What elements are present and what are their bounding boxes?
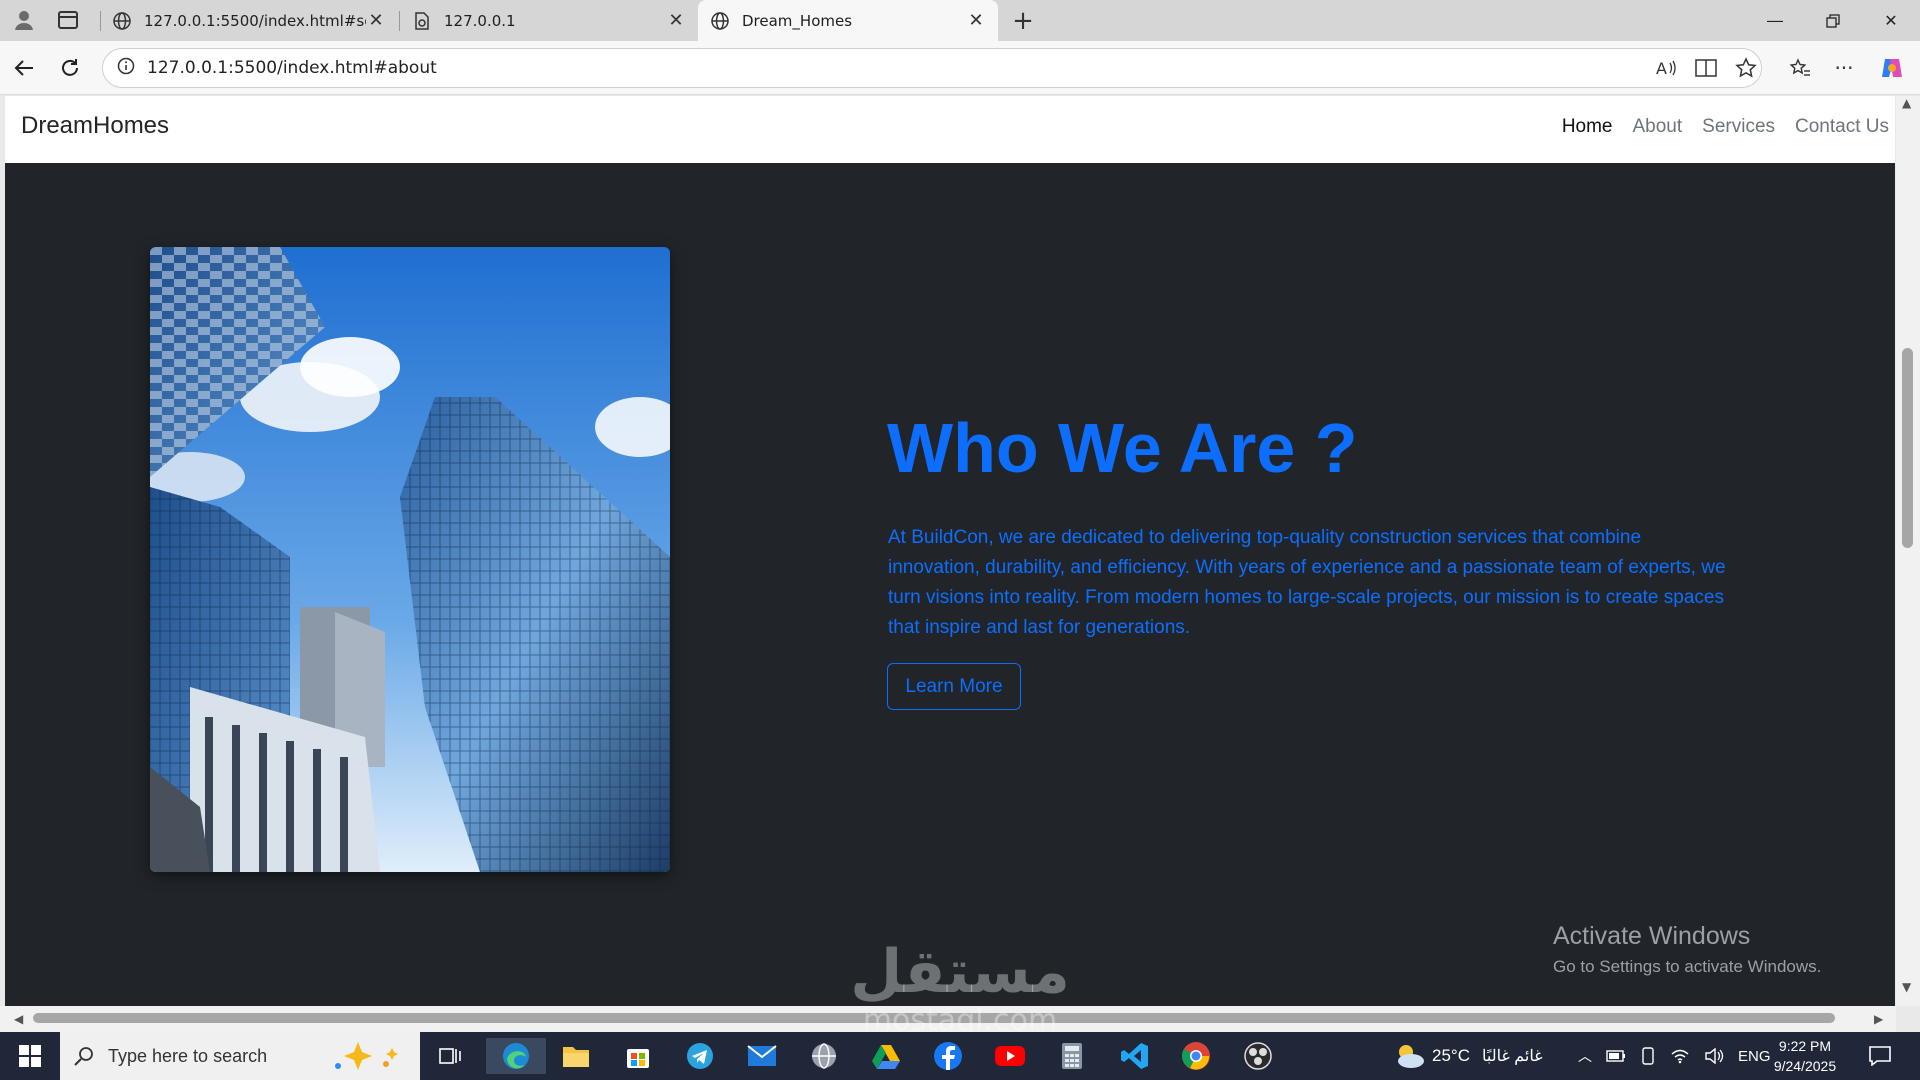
site-nav-links: Home About Services Contact Us xyxy=(1562,116,1889,138)
profile-icon[interactable] xyxy=(8,8,40,32)
tab-localhost[interactable]: 127.0.0.1 ✕ xyxy=(400,0,698,41)
close-tab-icon[interactable]: ✕ xyxy=(666,10,686,31)
wifi-icon[interactable] xyxy=(1670,1048,1690,1064)
horizontal-scrollbar[interactable]: ◀ ▶ xyxy=(0,1006,1896,1032)
windows-taskbar: Type here to search 25°C غائم غالبًا ︿ E… xyxy=(0,1032,1920,1080)
back-button[interactable] xyxy=(8,52,40,84)
horizontal-scroll-thumb[interactable] xyxy=(33,1013,1835,1023)
globe-icon xyxy=(710,11,730,31)
tab-dream-homes[interactable]: Dream_Homes ✕ xyxy=(698,0,998,41)
favorites-icon[interactable] xyxy=(1784,52,1816,84)
youtube-icon[interactable] xyxy=(986,1038,1034,1074)
refresh-button[interactable] xyxy=(54,52,86,84)
edge-app-icon[interactable] xyxy=(486,1038,546,1074)
tab-services[interactable]: 127.0.0.1:5500/index.html#services ✕ xyxy=(100,0,398,41)
nav-contact[interactable]: Contact Us xyxy=(1795,116,1889,138)
telegram-icon[interactable] xyxy=(676,1038,724,1074)
activate-windows-notice: Activate Windows Go to Settings to activ… xyxy=(1553,922,1821,977)
google-drive-icon[interactable] xyxy=(862,1038,910,1074)
close-tab-icon[interactable]: ✕ xyxy=(366,10,386,31)
restore-button[interactable] xyxy=(1804,0,1862,41)
site-brand[interactable]: DreamHomes xyxy=(21,112,169,140)
vscode-icon[interactable] xyxy=(1110,1038,1158,1074)
page-icon xyxy=(412,11,432,31)
scroll-right-icon[interactable]: ▶ xyxy=(1874,1012,1883,1026)
facebook-icon[interactable] xyxy=(924,1038,972,1074)
task-view-icon[interactable] xyxy=(426,1038,474,1074)
volume-icon[interactable] xyxy=(1704,1048,1724,1064)
page-viewport: DreamHomes Home About Services Contact U… xyxy=(5,96,1895,1006)
tab-title: 127.0.0.1 xyxy=(444,11,516,30)
cloudy-weather-icon xyxy=(1398,1045,1424,1068)
windows-start-icon[interactable] xyxy=(8,1038,52,1074)
tab-title: Dream_Homes xyxy=(742,11,853,30)
chevron-up-icon[interactable]: ︿ xyxy=(1578,1046,1592,1066)
globe-icon xyxy=(112,11,132,31)
weather-desc: غائم غالبًا xyxy=(1481,1048,1543,1065)
site-info-icon[interactable] xyxy=(117,57,135,79)
more-menu-icon[interactable]: ··· xyxy=(1828,52,1860,84)
nav-services[interactable]: Services xyxy=(1702,116,1775,138)
about-section: Who We Are ? At BuildCon, we are dedicat… xyxy=(5,163,1895,1006)
address-bar[interactable]: 127.0.0.1:5500/index.html#about xyxy=(102,48,1762,88)
nav-home[interactable]: Home xyxy=(1562,116,1613,138)
scroll-down-icon[interactable]: ▼ xyxy=(1902,980,1911,994)
system-tray: ︿ ENG xyxy=(1578,1032,1771,1080)
url-text[interactable]: 127.0.0.1:5500/index.html#about xyxy=(147,58,437,78)
svg-text:A: A xyxy=(1656,59,1667,78)
calculator-icon[interactable] xyxy=(1048,1038,1096,1074)
favorite-star-icon[interactable] xyxy=(1730,52,1762,84)
about-heading: Who We Are ? xyxy=(887,409,1358,487)
about-paragraph: At BuildCon, we are dedicated to deliver… xyxy=(888,527,1726,638)
taskbar-clock[interactable]: 9:22 PM 9/24/2025 xyxy=(1760,1036,1850,1076)
microsoft-store-icon[interactable] xyxy=(614,1038,662,1074)
vertical-scrollbar[interactable]: ▲ ▼ xyxy=(1896,96,1920,1006)
activate-subtitle: Go to Settings to activate Windows. xyxy=(1553,957,1822,976)
close-tab-icon[interactable]: ✕ xyxy=(966,10,986,31)
minimize-button[interactable]: ― xyxy=(1746,0,1804,41)
copilot-icon[interactable] xyxy=(1876,52,1908,84)
learn-more-button[interactable]: Learn More xyxy=(887,663,1021,710)
mail-icon[interactable] xyxy=(738,1038,786,1074)
scroll-left-icon[interactable]: ◀ xyxy=(14,1012,23,1026)
app-globe-icon[interactable] xyxy=(800,1038,848,1074)
read-aloud-icon[interactable]: A xyxy=(1650,52,1682,84)
chrome-icon[interactable] xyxy=(1172,1038,1220,1074)
activate-title: Activate Windows xyxy=(1553,922,1751,950)
weather-temp: 25°C xyxy=(1432,1046,1470,1065)
new-tab-button[interactable]: + xyxy=(1006,6,1040,36)
clock-time: 9:22 PM xyxy=(1778,1038,1832,1054)
search-icon xyxy=(74,1047,93,1066)
notifications-icon[interactable] xyxy=(1856,1038,1904,1074)
obs-icon[interactable] xyxy=(1234,1038,1282,1074)
weather-widget[interactable]: 25°C غائم غالبًا xyxy=(1392,1032,1543,1080)
site-navbar: DreamHomes Home About Services Contact U… xyxy=(5,96,1895,163)
scroll-up-icon[interactable]: ▲ xyxy=(1902,96,1911,110)
browser-tab-strip: 127.0.0.1:5500/index.html#services ✕ 127… xyxy=(0,0,1920,41)
file-explorer-icon[interactable] xyxy=(552,1038,600,1074)
taskbar-search-box[interactable]: Type here to search xyxy=(60,1032,420,1080)
sparkle-icon xyxy=(335,1042,398,1070)
tab-actions-icon[interactable] xyxy=(52,8,84,32)
browser-toolbar: 127.0.0.1:5500/index.html#about A ··· xyxy=(0,41,1920,95)
immersive-reader-icon[interactable] xyxy=(1690,52,1722,84)
nav-about[interactable]: About xyxy=(1633,116,1683,138)
battery-icon[interactable] xyxy=(1606,1049,1626,1063)
device-icon[interactable] xyxy=(1640,1047,1656,1065)
search-placeholder: Type here to search xyxy=(108,1045,268,1066)
clock-date: 9/24/2025 xyxy=(1773,1058,1837,1074)
skyscraper-photo xyxy=(150,247,670,872)
close-window-button[interactable]: ✕ xyxy=(1862,0,1920,41)
vertical-scroll-thumb[interactable] xyxy=(1902,348,1913,548)
tab-title: 127.0.0.1:5500/index.html#services xyxy=(144,11,366,30)
